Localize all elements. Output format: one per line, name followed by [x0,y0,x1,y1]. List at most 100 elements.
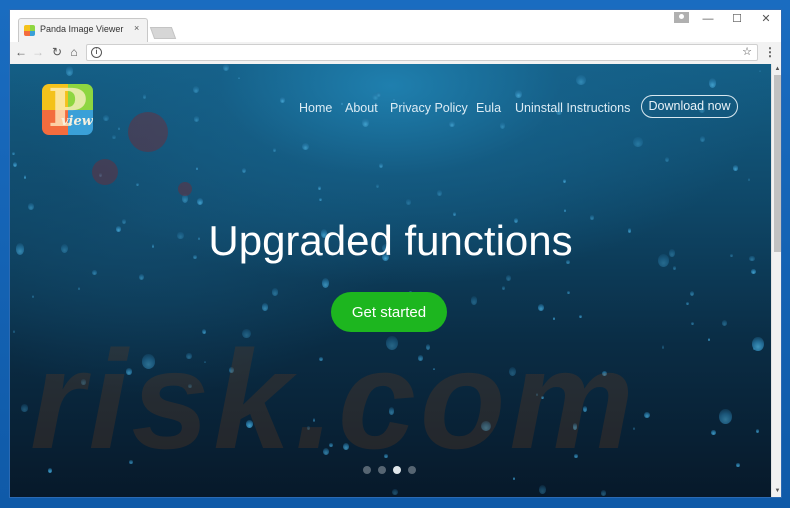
raindrop [12,330,15,333]
raindrop [202,330,206,335]
raindrop [203,360,206,364]
raindrop [222,64,229,71]
raindrop [91,269,97,276]
tab-close-icon[interactable]: × [134,23,139,33]
home-icon[interactable]: ⌂ [66,44,82,60]
decor-blob [92,159,118,185]
carousel-dot-2[interactable] [378,466,386,474]
raindrop [307,425,311,430]
get-started-button[interactable]: Get started [331,292,447,332]
vertical-scrollbar[interactable]: ▲ ▼ [771,64,781,497]
raindrop [417,354,424,362]
new-tab-button[interactable] [149,27,177,39]
raindrop [711,429,716,436]
maximize-button[interactable]: ☐ [723,10,751,30]
raindrop [245,420,253,428]
watermark-text: risk.com [30,321,638,478]
raindrop [343,443,349,451]
url-input[interactable] [107,46,711,61]
raindrop [238,76,241,80]
raindrop [21,404,29,412]
raindrop [572,423,578,430]
forward-icon[interactable]: → [30,44,46,60]
raindrop [707,338,711,341]
scroll-down-arrow-icon[interactable]: ▼ [772,486,781,497]
raindrop [426,344,431,351]
minimize-button[interactable]: — [694,10,722,30]
raindrop [661,345,665,349]
raindrop [65,66,74,76]
raindrop [321,277,330,289]
nav-link-eula[interactable]: Eula [476,101,501,115]
raindrop [564,209,567,212]
raindrop [312,418,316,422]
raindrop [758,70,761,73]
reload-icon[interactable]: ↻ [49,44,65,60]
carousel-dot-1[interactable] [363,466,371,474]
raindrop [512,477,516,480]
favicon-icon [24,25,35,36]
raindrop [689,291,694,297]
raindrop [322,448,329,456]
raindrop [452,212,456,216]
raindrop [329,442,334,448]
carousel-dot-4[interactable] [408,466,416,474]
raindrop [708,78,717,89]
back-icon[interactable]: ← [13,44,29,60]
raindrop [582,406,588,413]
scroll-up-arrow-icon[interactable]: ▲ [772,64,781,75]
raindrop [23,175,27,179]
nav-link-home[interactable]: Home [299,101,332,115]
raindrop [229,366,235,374]
raindrop [241,168,246,174]
carousel-dot-3[interactable] [393,466,401,474]
raindrop [432,367,436,371]
raindrop [541,395,545,400]
raindrop [700,136,706,142]
raindrop [732,165,739,172]
address-bar: i ☆ [86,44,758,61]
raindrop [384,453,388,459]
download-now-button[interactable]: Download now [641,95,738,118]
raindrop [567,290,570,295]
raindrop [539,484,547,494]
raindrop [562,178,566,183]
raindrop [437,189,443,197]
decor-blob [178,182,192,196]
raindrop [601,370,607,377]
close-window-button[interactable]: ✕ [752,10,780,30]
raindrop [643,411,650,418]
raindrop [125,368,133,375]
raindrop [81,379,86,385]
raindrop [756,428,759,433]
raindrop [633,426,636,430]
raindrop [470,296,477,305]
browser-toolbar: ← → ↻ ⌂ i ☆ ⋮ [10,42,781,65]
site-info-icon[interactable]: i [91,47,102,58]
raindrop [673,266,677,270]
raindrop [28,203,34,211]
raindrop [192,85,200,93]
raindrop [129,459,133,464]
profile-icon[interactable] [674,12,689,23]
nav-link-privacy-policy[interactable]: Privacy Policy [390,101,468,115]
raindrop [385,336,399,351]
raindrop [12,151,15,155]
raindrop [685,302,689,306]
raindrop [502,286,506,291]
raindrop [47,467,53,473]
nav-link-about[interactable]: About [345,101,378,115]
nav-link-uninstall-instructions[interactable]: Uninstall Instructions [515,101,630,115]
tab-strip: Panda Image Viewer × — ☐ ✕ [10,10,781,43]
raindrop [261,303,269,311]
raindrop [535,393,538,396]
site-nav: Home About Privacy Policy Eula Uninstall… [10,94,771,124]
bookmark-star-icon[interactable]: ☆ [742,45,752,58]
scroll-thumb[interactable] [774,75,781,252]
raindrop [112,134,116,139]
raindrop [186,352,192,360]
raindrop [31,294,35,299]
raindrop [736,462,740,468]
browser-menu-icon[interactable]: ⋮ [764,45,776,59]
raindrop [379,162,383,168]
